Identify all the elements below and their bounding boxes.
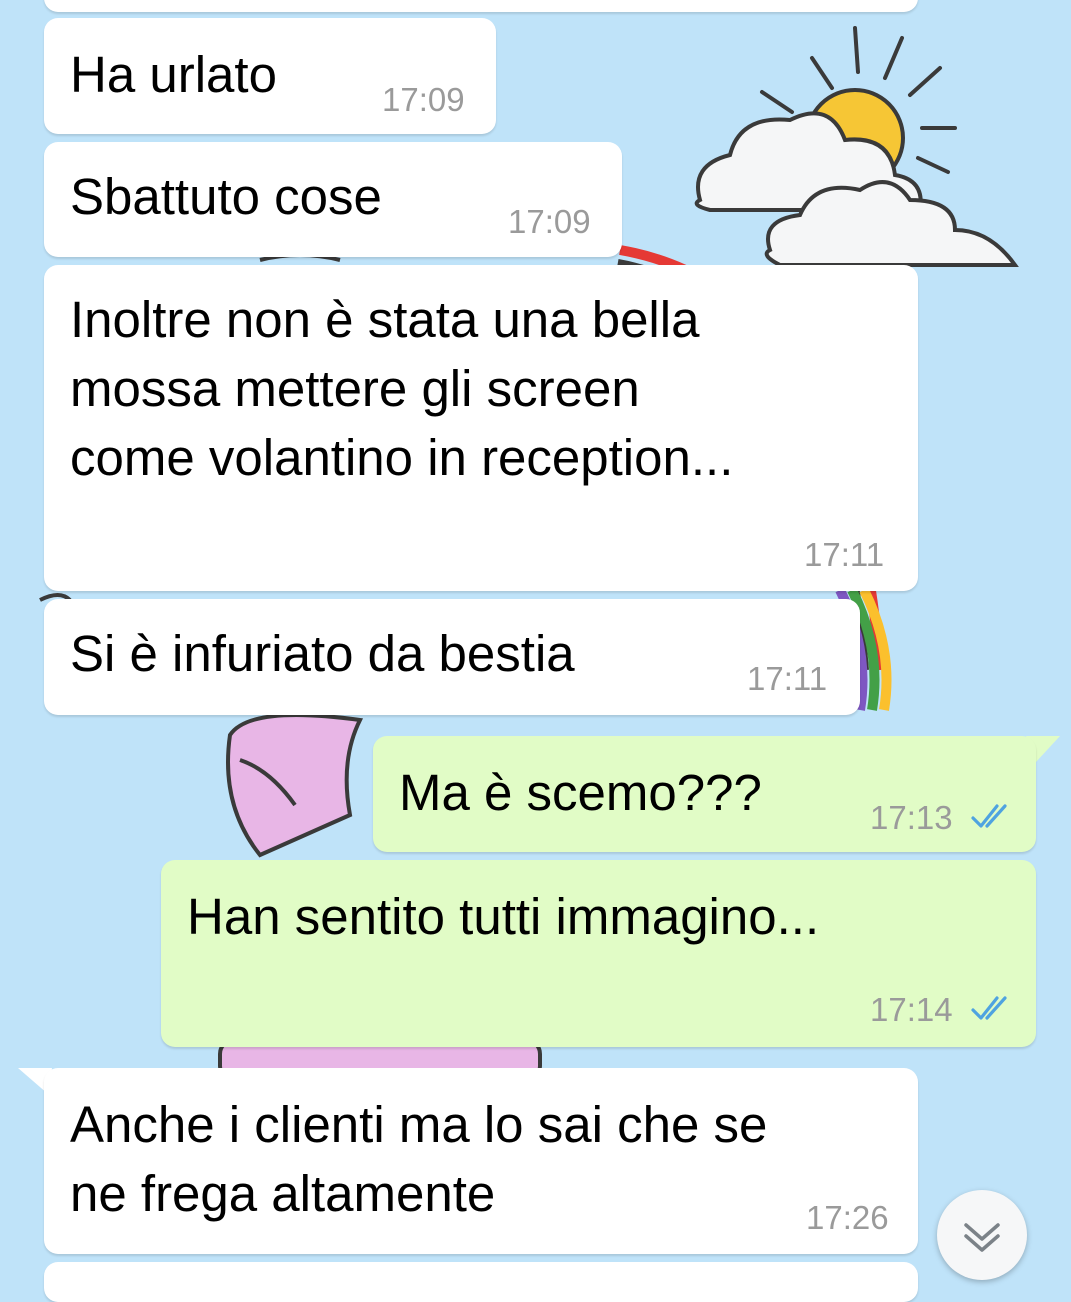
message-text: Anche i clienti ma lo sai che se ne freg… [70,1096,768,1222]
message-time: 17:13 [870,799,953,836]
message-time: 17:11 [747,660,828,697]
message-bubble-incoming[interactable]: Ha urlato 17:09 [44,18,496,134]
message-bubble-outgoing[interactable]: Ma è scemo??? 17:13 [373,736,1036,852]
message-time: 17:11 [804,536,885,573]
message-bubble-outgoing[interactable]: Han sentito tutti immagino... 17:14 [161,860,1036,1047]
message-text: Si è infuriato da bestia [70,625,575,682]
message-text: Han sentito tutti immagino... [187,888,820,945]
message-bubble-partial-bottom [44,1262,918,1302]
message-time: 17:14 [870,991,953,1028]
message-text: Inoltre non è stata una bella mossa mett… [70,291,734,486]
message-text: Ma è scemo??? [399,764,762,821]
read-double-check-icon [971,996,1007,1020]
scroll-to-bottom-button[interactable] [937,1190,1027,1280]
message-text: Sbattuto cose [70,168,382,225]
message-bubble-partial-top [44,0,918,12]
read-double-check-icon [971,804,1007,828]
double-chevron-down-icon [964,1223,1000,1252]
message-bubble-incoming[interactable]: Sbattuto cose 17:09 [44,142,622,257]
message-time: 17:09 [508,203,591,240]
message-time: 17:09 [382,81,465,118]
message-bubble-incoming[interactable]: Inoltre non è stata una bella mossa mett… [44,265,918,591]
message-bubble-incoming[interactable]: Si è infuriato da bestia 17:11 [44,599,860,715]
message-time: 17:26 [806,1199,889,1236]
message-bubble-incoming[interactable]: Anche i clienti ma lo sai che se ne freg… [44,1068,918,1254]
message-text: Ha urlato [70,46,277,103]
